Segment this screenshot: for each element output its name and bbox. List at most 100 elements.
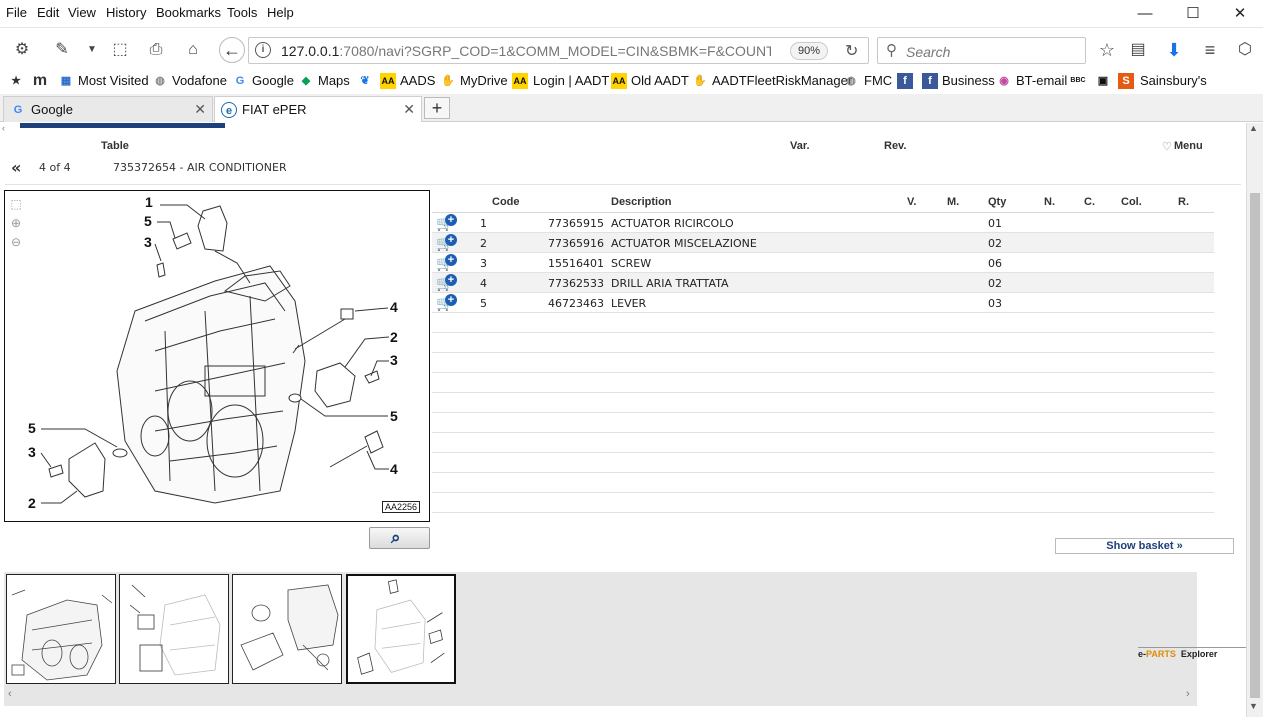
- tab-fiat-eper[interactable]: e FIAT ePER ✕: [214, 96, 422, 122]
- scrollbar-thumb[interactable]: [1250, 193, 1260, 698]
- zoom-level-badge[interactable]: 90%: [790, 42, 828, 60]
- menu-bar: File Edit View History Bookmarks Tools H…: [0, 0, 1263, 28]
- thumbnail-table-4-selected[interactable]: [346, 574, 456, 684]
- table-row[interactable]: 🛒 + 5 46723463 LEVER 03: [432, 293, 1214, 313]
- facebook-icon[interactable]: f: [897, 73, 913, 89]
- sync-icon[interactable]: ⚙: [12, 40, 32, 60]
- add-to-basket-icon[interactable]: 🛒 +: [436, 214, 458, 232]
- tab-strip: G Google ✕ e FIAT ePER ✕: [0, 94, 1263, 122]
- bookmark-old-aadt[interactable]: Old AADT: [631, 73, 689, 88]
- sainsburys-icon: S: [1118, 73, 1134, 89]
- print-preview-icon[interactable]: ✎: [52, 40, 72, 60]
- bookmark-sainsburys[interactable]: Sainsbury's: [1140, 73, 1207, 88]
- close-tab-icon[interactable]: ✕: [403, 101, 415, 118]
- row-qty: 02: [988, 277, 1002, 290]
- exploded-diagram[interactable]: ⬚ ⊕ ⊖ 1 5 3 4 2 3 5 4 5 3 2 AA2256: [4, 190, 430, 522]
- menu-edit[interactable]: Edit: [37, 5, 59, 20]
- screenshot-icon[interactable]: ⬚: [110, 40, 130, 60]
- search-box[interactable]: ⚲ Search: [877, 37, 1086, 64]
- bookmark-fmc[interactable]: FMC: [864, 73, 892, 88]
- page-scrollbar[interactable]: ▲ ▼: [1246, 123, 1263, 717]
- scroll-right-icon[interactable]: ›: [1186, 688, 1190, 700]
- new-tab-button[interactable]: +: [424, 97, 450, 119]
- bookmark-bt-email[interactable]: BT-email: [1016, 73, 1067, 88]
- close-window-button[interactable]: ✕: [1230, 4, 1250, 24]
- site-info-icon[interactable]: i: [255, 42, 271, 58]
- bookmark-vodafone[interactable]: Vodafone: [172, 73, 227, 88]
- tv-icon[interactable]: ▣: [1095, 73, 1111, 89]
- empty-row: [432, 473, 1214, 493]
- bookmark-aadtfleetriskmanager[interactable]: AADTFleetRiskManager: [712, 73, 852, 88]
- close-tab-icon[interactable]: ✕: [194, 101, 206, 118]
- add-to-basket-icon[interactable]: 🛒 +: [436, 234, 458, 252]
- table-header: Table Var. Rev. ♡ Menu « 4 of 4 73537265…: [5, 133, 1241, 185]
- menu-view[interactable]: View: [68, 5, 96, 20]
- bookmark-google[interactable]: Google: [252, 73, 294, 88]
- url-text[interactable]: 127.0.0.1:7080/navi?SGRP_COD=1&COMM_MODE…: [281, 43, 771, 59]
- empty-row: [432, 433, 1214, 453]
- row-ref: 1: [480, 217, 487, 230]
- minimize-button[interactable]: —: [1135, 4, 1155, 24]
- menu-link[interactable]: Menu: [1174, 140, 1203, 152]
- previous-table-icon[interactable]: «: [11, 158, 21, 177]
- menu-bookmarks[interactable]: Bookmarks: [156, 5, 221, 20]
- back-button[interactable]: ←: [219, 37, 245, 63]
- bookmark-business[interactable]: Business: [942, 73, 995, 88]
- globe-icon: ◍: [846, 75, 856, 87]
- tab-label: Google: [31, 102, 73, 117]
- row-code: 77362533: [548, 277, 604, 290]
- bookmark-maps[interactable]: Maps: [318, 73, 350, 88]
- aa-logo-icon: AA: [611, 73, 627, 89]
- tab-google[interactable]: G Google ✕: [3, 96, 213, 122]
- globe-icon: ◍: [155, 75, 165, 87]
- home-icon[interactable]: ⌂: [183, 40, 203, 60]
- bookmark-star-icon[interactable]: ☆: [1097, 40, 1117, 60]
- maximize-button[interactable]: ☐: [1183, 4, 1203, 24]
- dropdown-icon[interactable]: ▼: [82, 40, 102, 60]
- scroll-up-icon[interactable]: ▲: [1249, 123, 1258, 133]
- scroll-left-icon[interactable]: ‹: [8, 688, 12, 700]
- show-basket-button[interactable]: Show basket »: [1055, 538, 1234, 554]
- print-icon[interactable]: ⎙: [146, 40, 166, 60]
- bookmark-login-aadt[interactable]: Login | AADT: [533, 73, 609, 88]
- extension-icon[interactable]: ⬡: [1235, 40, 1255, 60]
- m-logo-icon[interactable]: m: [32, 73, 48, 89]
- scroll-down-icon[interactable]: ▼: [1249, 701, 1258, 711]
- add-to-basket-icon[interactable]: 🛒 +: [436, 294, 458, 312]
- empty-row: [432, 393, 1214, 413]
- row-ref: 4: [480, 277, 487, 290]
- table-row[interactable]: 🛒 + 2 77365916 ACTUATOR MISCELAZIONE 02: [432, 233, 1214, 253]
- hamburger-menu-icon[interactable]: ≡: [1200, 40, 1220, 60]
- bookmark-most-visited[interactable]: Most Visited: [78, 73, 149, 88]
- add-to-basket-icon[interactable]: 🛒 +: [436, 254, 458, 272]
- table-row[interactable]: 🛒 + 4 77362533 DRILL ARIA TRATTATA 02: [432, 273, 1214, 293]
- facebook-icon: f: [922, 73, 938, 89]
- row-ref: 2: [480, 237, 487, 250]
- empty-row: [432, 453, 1214, 473]
- bookmark-aads[interactable]: AADS: [400, 73, 435, 88]
- bt-icon: ◉: [999, 75, 1009, 87]
- page-counter: 4 of 4: [39, 161, 71, 174]
- thumbnail-table-1[interactable]: [6, 574, 116, 684]
- reading-list-icon[interactable]: ▤: [1128, 40, 1148, 60]
- menu-history[interactable]: History: [106, 5, 146, 20]
- menu-file[interactable]: File: [6, 5, 27, 20]
- thumbnail-scrollbar[interactable]: ‹ ›: [4, 688, 1197, 703]
- table-row[interactable]: 🛒 + 3 15516401 SCREW 06: [432, 253, 1214, 273]
- reload-icon[interactable]: ↻: [845, 41, 858, 61]
- menu-help[interactable]: Help: [267, 5, 294, 20]
- address-bar[interactable]: i 127.0.0.1:7080/navi?SGRP_COD=1&COMM_MO…: [248, 37, 869, 64]
- bookmark-mydrive[interactable]: MyDrive: [460, 73, 508, 88]
- thumbnail-table-2[interactable]: [119, 574, 229, 684]
- bbc-icon[interactable]: BBC: [1070, 73, 1086, 89]
- zoom-diagram-button[interactable]: ⌕: [369, 527, 430, 549]
- table-row[interactable]: 🛒 + 1 77365915 ACTUATOR RICIRCOLO 01: [432, 213, 1214, 233]
- star-icon[interactable]: ★: [8, 73, 24, 89]
- maps-icon: ◆: [301, 75, 311, 87]
- add-to-basket-icon[interactable]: 🛒 +: [436, 274, 458, 292]
- thumbnail-table-3[interactable]: [232, 574, 342, 684]
- menu-tools[interactable]: Tools: [227, 5, 257, 20]
- scroll-left-icon[interactable]: ‹: [2, 123, 5, 133]
- downloads-icon[interactable]: ⬇: [1164, 40, 1184, 60]
- row-ref: 3: [480, 257, 487, 270]
